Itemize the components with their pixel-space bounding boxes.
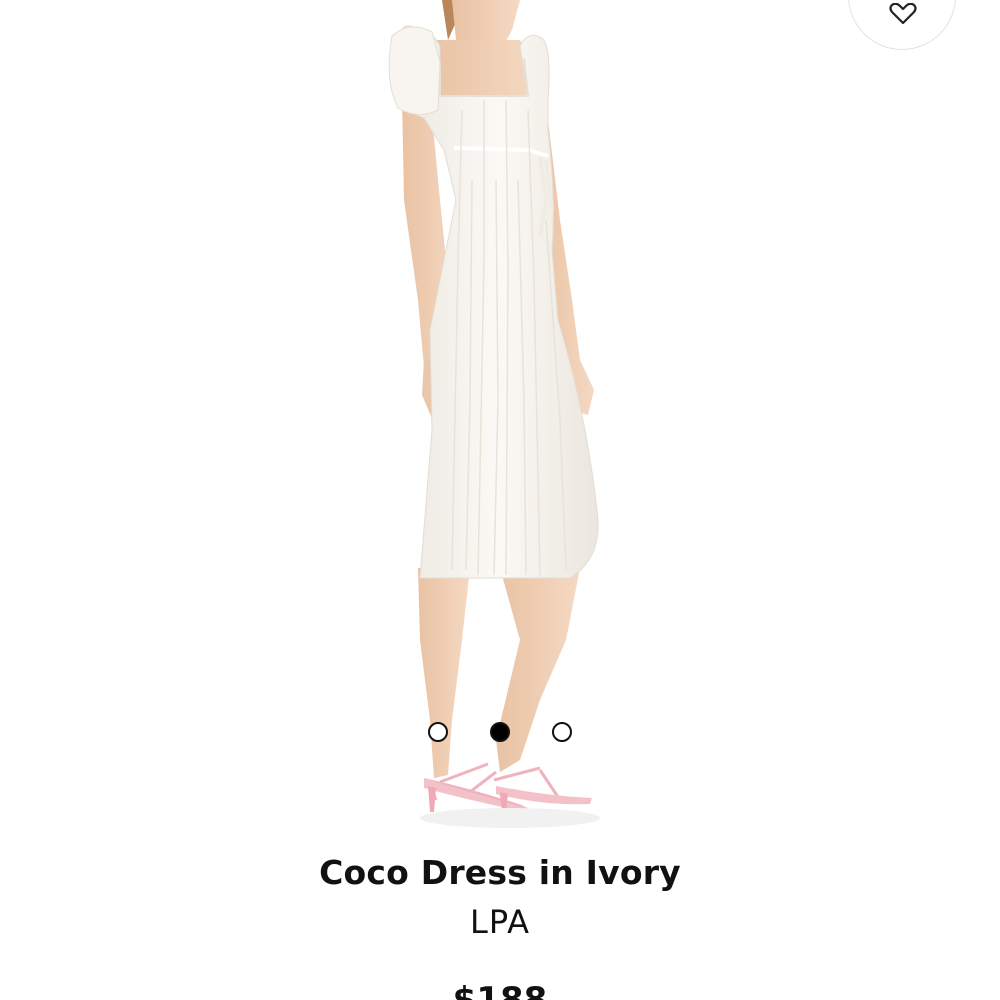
carousel-dot-1[interactable] — [428, 722, 448, 742]
product-page: Coco Dress in Ivory LPA $188 — [0, 0, 1000, 1000]
heart-icon — [889, 3, 917, 25]
product-price: $188 — [452, 980, 548, 1000]
product-image[interactable] — [0, 0, 1000, 840]
product-photo — [388, 0, 600, 828]
product-brand[interactable]: LPA — [0, 903, 1000, 941]
carousel-dot-3[interactable] — [552, 722, 572, 742]
product-title: Coco Dress in Ivory — [319, 853, 681, 892]
carousel-dots — [0, 722, 1000, 744]
carousel-dot-2[interactable] — [490, 722, 510, 742]
